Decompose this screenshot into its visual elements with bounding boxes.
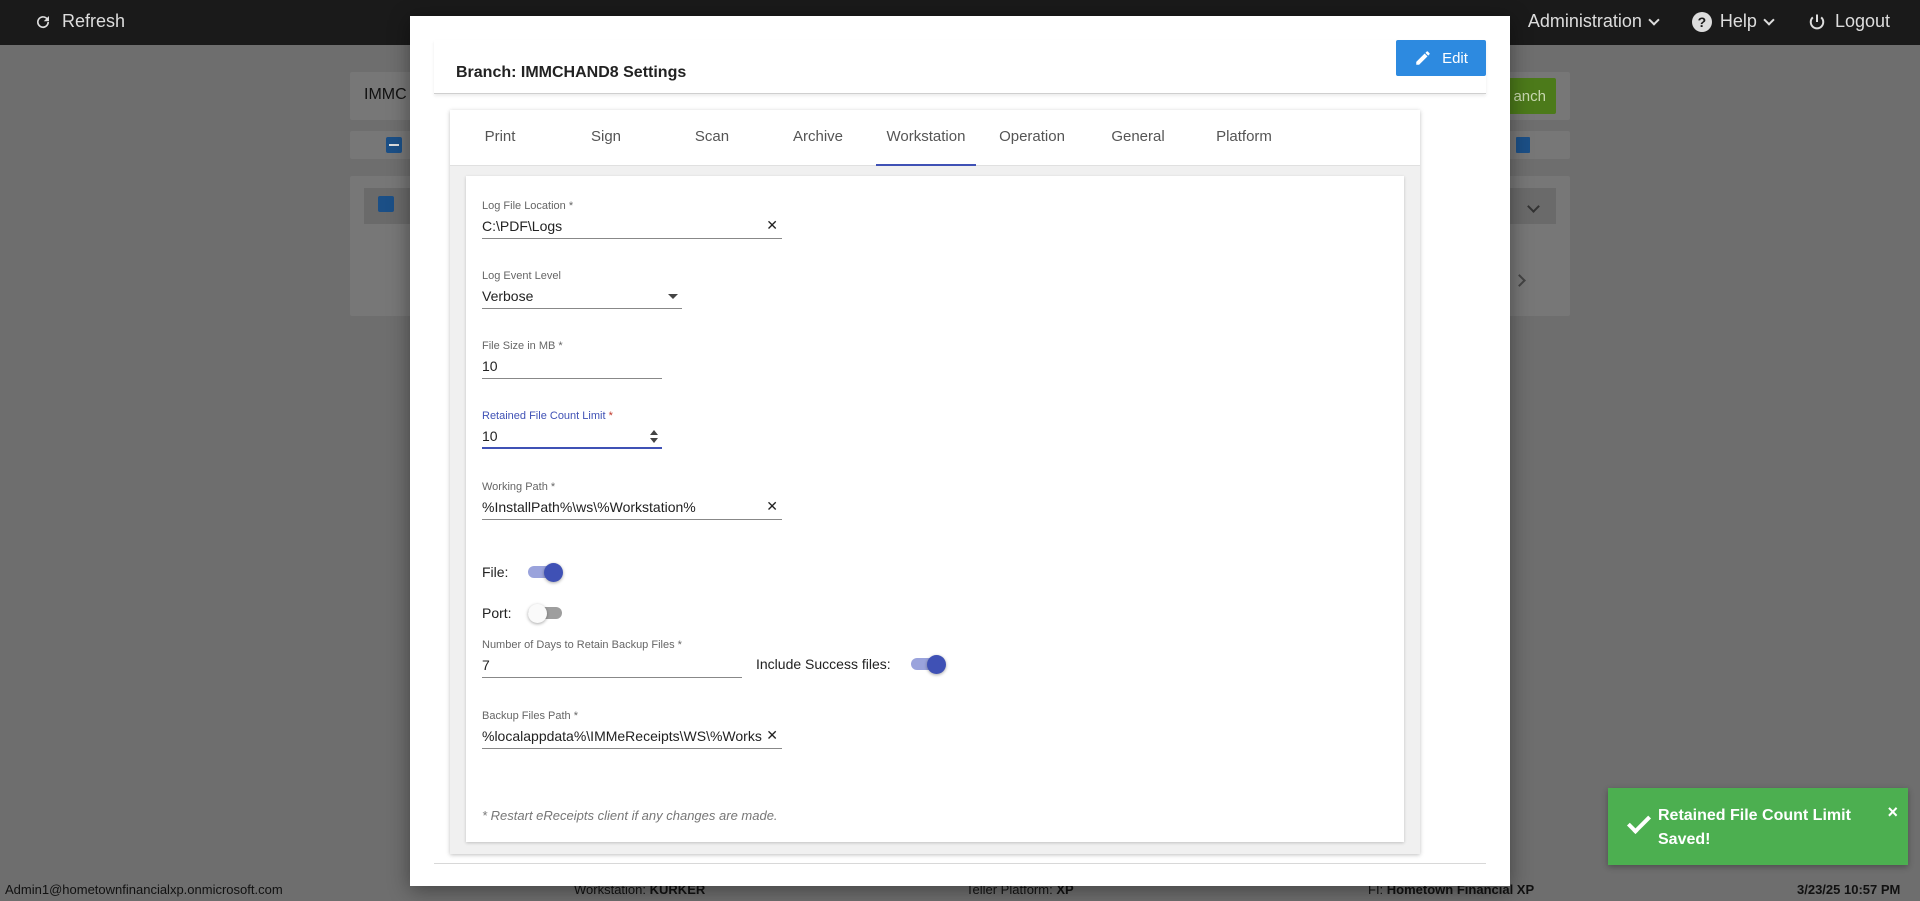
working-path-field: Working Path * %InstallPath%\ws\%Worksta…	[482, 481, 782, 520]
tab-general[interactable]: General	[1088, 110, 1188, 166]
check-icon	[1626, 809, 1652, 835]
retained-file-count-label: Retained File Count Limit *	[482, 410, 613, 422]
tab-operation[interactable]: Operation	[982, 110, 1082, 166]
backup-days-field: Number of Days to Retain Backup Files * …	[482, 639, 742, 678]
backup-days-label: Number of Days to Retain Backup Files *	[482, 639, 682, 651]
backup-days-input[interactable]: 7	[482, 656, 742, 678]
user-email: Admin1@hometownfinancialxp.onmicrosoft.c…	[5, 882, 283, 897]
port-toggle-row: Port:	[482, 603, 564, 623]
backup-path-field: Backup Files Path * %localappdata%\IMMeR…	[482, 710, 782, 749]
include-success-label: Include Success files:	[756, 656, 891, 672]
log-file-location-label: Log File Location *	[482, 200, 574, 212]
help-label: Help	[1719, 11, 1757, 31]
include-success-toggle[interactable]	[910, 654, 947, 674]
snackbar-message: Retained File Count Limit Saved!	[1658, 807, 1851, 848]
edit-button[interactable]: Edit	[1396, 40, 1486, 76]
file-toggle-row: File:	[482, 562, 564, 582]
tab-platform[interactable]: Platform	[1194, 110, 1294, 166]
administration-menu[interactable]: Administration	[1527, 11, 1660, 32]
log-file-location-field: Log File Location * C:\PDF\Logs ✕	[482, 200, 782, 239]
file-size-label: File Size in MB *	[482, 340, 563, 352]
number-stepper-icon[interactable]	[650, 430, 658, 444]
backup-path-input[interactable]: %localappdata%\IMMeReceipts\WS\%Works ✕	[482, 727, 782, 749]
refresh-button[interactable]: Refresh	[34, 11, 125, 32]
tab-workstation[interactable]: Workstation	[876, 110, 976, 166]
restart-note: * Restart eReceipts client if any change…	[482, 808, 778, 823]
branch-search-input[interactable]: IMMC	[364, 86, 407, 104]
datetime: 3/23/25 10:57 PM	[1797, 882, 1901, 897]
edit-label: Edit	[1442, 49, 1468, 67]
chevron-right-icon[interactable]	[1513, 274, 1526, 287]
refresh-label: Refresh	[62, 11, 126, 31]
dialog-title: Branch: IMMCHAND8 Settings	[456, 64, 687, 81]
settings-tabs-card: Print Sign Scan Archive Workstation Oper…	[450, 110, 1420, 854]
clear-icon[interactable]: ✕	[766, 217, 778, 234]
log-event-level-field: Log Event Level Verbose	[482, 270, 682, 309]
retained-file-count-field: Retained File Count Limit * 10	[482, 410, 662, 449]
pencil-icon	[1416, 51, 1430, 65]
logout-label: Logout	[1834, 11, 1890, 31]
retained-file-count-input[interactable]: 10	[482, 427, 662, 449]
branch-settings-dialog: Branch: IMMCHAND8 Settings Edit Print Si…	[410, 16, 1510, 886]
file-toggle-label: File:	[482, 564, 509, 580]
tab-scan[interactable]: Scan	[662, 110, 762, 166]
close-icon[interactable]: ×	[1887, 802, 1898, 823]
workstation-settings-panel: Log File Location * C:\PDF\Logs ✕ Log Ev…	[466, 176, 1404, 842]
tab-archive[interactable]: Archive	[768, 110, 868, 166]
administration-label: Administration	[1527, 11, 1642, 31]
clear-icon[interactable]: ✕	[766, 727, 778, 744]
port-toggle[interactable]	[527, 603, 564, 623]
success-snackbar: Retained File Count Limit Saved! ×	[1608, 788, 1908, 865]
refresh-icon	[37, 15, 50, 28]
log-event-level-select[interactable]: Verbose	[482, 287, 682, 309]
dialog-header: Branch: IMMCHAND8 Settings Edit	[434, 40, 1486, 94]
file-size-field: File Size in MB * 10	[482, 340, 662, 379]
help-menu[interactable]: ? Help	[1691, 11, 1775, 32]
clear-icon[interactable]: ✕	[766, 498, 778, 515]
chevron-down-icon	[1763, 13, 1775, 26]
help-icon: ?	[1691, 11, 1712, 32]
logout-button[interactable]: Logout	[1807, 11, 1890, 32]
include-success-row: Include Success files:	[756, 654, 947, 674]
backup-path-label: Backup Files Path *	[482, 710, 578, 722]
dropdown-arrow-icon	[668, 294, 678, 299]
chevron-down-icon	[1648, 13, 1660, 26]
row-checkbox[interactable]	[378, 196, 394, 212]
file-size-input[interactable]: 10	[482, 357, 662, 379]
log-file-location-input[interactable]: C:\PDF\Logs ✕	[482, 217, 782, 239]
tab-sign[interactable]: Sign	[556, 110, 656, 166]
power-icon	[1809, 14, 1825, 29]
file-toggle[interactable]	[528, 562, 564, 582]
deselect-all-checkbox[interactable]	[386, 137, 402, 153]
tab-print[interactable]: Print	[450, 110, 550, 166]
dialog-body: Print Sign Scan Archive Workstation Oper…	[434, 94, 1486, 864]
log-event-level-label: Log Event Level	[482, 270, 561, 282]
settings-tab-bar: Print Sign Scan Archive Workstation Oper…	[450, 110, 1420, 166]
trash-icon[interactable]	[1516, 137, 1530, 153]
port-toggle-label: Port:	[482, 605, 512, 621]
working-path-label: Working Path *	[482, 481, 556, 493]
working-path-input[interactable]: %InstallPath%\ws\%Workstation% ✕	[482, 498, 782, 520]
